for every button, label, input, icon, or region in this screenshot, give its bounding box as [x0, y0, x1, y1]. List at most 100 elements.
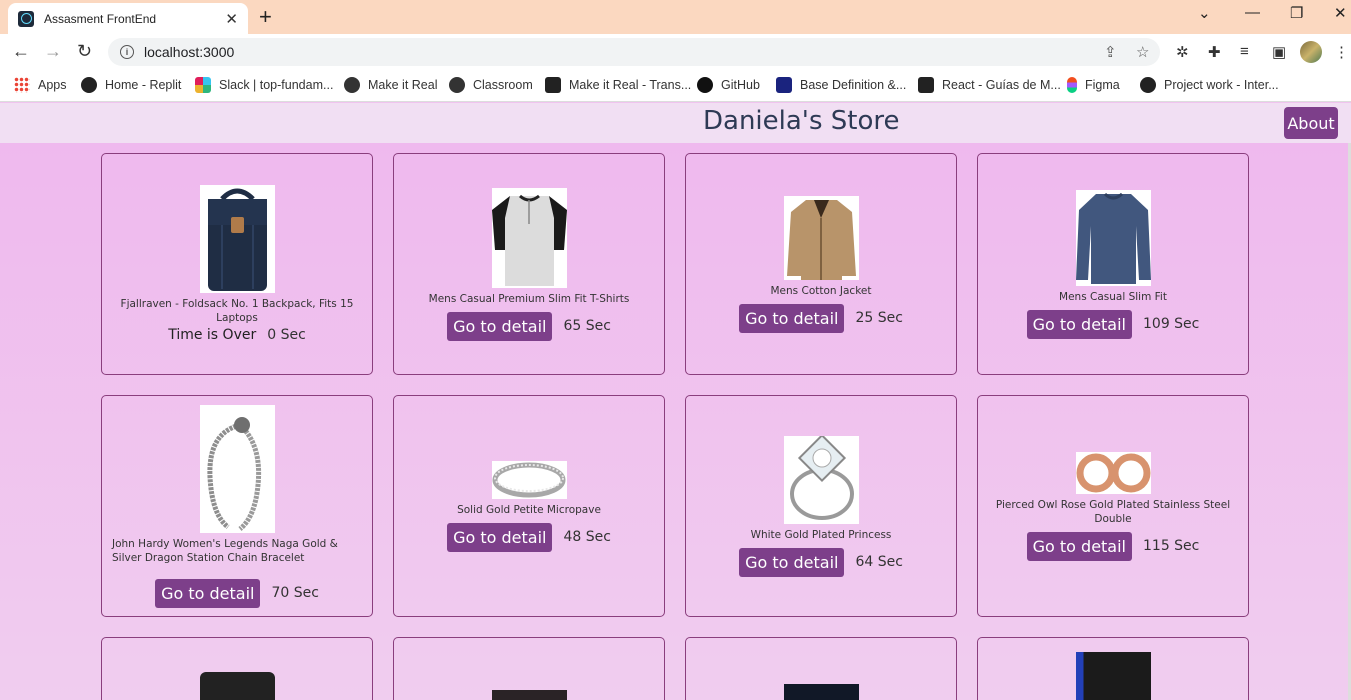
profile-avatar[interactable] [1300, 41, 1322, 63]
go-to-detail-button[interactable]: Go to detail [155, 578, 261, 608]
medium-m-icon [918, 77, 934, 93]
product-card [101, 637, 373, 700]
product-name: John Hardy Women's Legends Naga Gold & S… [112, 537, 338, 564]
side-panel-icon[interactable]: ▣ [1272, 43, 1286, 61]
media-queue-icon[interactable]: ≡ [1240, 43, 1249, 60]
product-card: Mens Cotton Jacket Go to detail 25 Sec [685, 153, 957, 375]
bookmark-label: React - Guías de M... [942, 78, 1061, 92]
countdown-row: Time is Over 0 Sec [168, 327, 306, 343]
close-window-icon[interactable]: ✕ [1334, 4, 1347, 22]
countdown-row: Go to detail 109 Sec [1026, 309, 1200, 339]
restore-icon[interactable]: ❐ [1290, 4, 1303, 22]
bookmark-slack[interactable]: Slack | top-fundam... [195, 77, 333, 93]
tab-search-icon[interactable]: ⌄ [1198, 4, 1211, 22]
backpack-image[interactable] [199, 185, 275, 293]
tab-title: Assasment FrontEnd [44, 11, 157, 26]
bookmark-label: Classroom [473, 78, 533, 92]
go-to-detail-button[interactable]: Go to detail [1026, 309, 1132, 339]
product-card [685, 637, 957, 700]
bookmark-makeitreal-trans[interactable]: Make it Real - Trans... [545, 77, 691, 93]
countdown-seconds: 48 Sec [563, 529, 611, 545]
bookmark-apps[interactable]: Apps [14, 77, 67, 93]
bookmark-label: Project work - Inter... [1164, 78, 1279, 92]
product-name: Pierced Owl Rose Gold Plated Stainless S… [995, 498, 1231, 525]
diamond-ring-image[interactable] [783, 435, 859, 524]
address-bar[interactable]: i localhost:3000 ⇪ ☆ [108, 38, 1160, 66]
hard-drive-image[interactable] [199, 672, 275, 700]
ssd-image[interactable] [783, 684, 859, 700]
countdown-seconds: 109 Sec [1143, 316, 1200, 332]
minimize-icon[interactable]: — [1245, 4, 1260, 21]
product-card: Pierced Owl Rose Gold Plated Stainless S… [977, 395, 1249, 617]
earrings-image[interactable] [1075, 451, 1151, 494]
bookmark-project-work[interactable]: Project work - Inter... [1140, 77, 1279, 93]
figma-icon [1067, 77, 1077, 93]
hard-drive-image[interactable] [1075, 652, 1151, 700]
about-button[interactable]: About [1284, 107, 1338, 139]
bookmark-figma[interactable]: Figma [1067, 77, 1120, 93]
ssd-image[interactable] [491, 690, 567, 700]
bookmark-star-icon[interactable]: ☆ [1136, 43, 1149, 61]
product-name: Mens Casual Slim Fit [1059, 290, 1167, 303]
bookmark-label: GitHub [721, 78, 760, 92]
bookmark-label: Apps [38, 78, 67, 92]
bookmark-base-definition[interactable]: Base Definition &... [776, 77, 906, 93]
product-card: Solid Gold Petite Micropave Go to detail… [393, 395, 665, 617]
countdown-row: Go to detail 115 Sec [1026, 531, 1200, 561]
bookmark-label: Base Definition &... [800, 78, 907, 92]
product-card: John Hardy Women's Legends Naga Gold & S… [101, 395, 373, 617]
countdown-seconds: 65 Sec [563, 318, 611, 334]
globe-icon [449, 77, 465, 93]
slack-icon [195, 77, 211, 93]
countdown-seconds: 115 Sec [1143, 538, 1200, 554]
bookmark-replit[interactable]: Home - Replit [81, 77, 181, 93]
go-to-detail-button[interactable]: Go to detail [447, 522, 553, 552]
jacket-image[interactable] [783, 195, 859, 280]
countdown-seconds: 0 Sec [267, 327, 306, 343]
bookmark-github[interactable]: GitHub [697, 77, 760, 93]
go-to-detail-button[interactable]: Go to detail [739, 547, 845, 577]
share-icon[interactable]: ⇪ [1104, 43, 1117, 61]
go-to-detail-button[interactable]: Go to detail [447, 311, 553, 341]
product-card [393, 637, 665, 700]
product-name: Mens Casual Premium Slim Fit T-Shirts [428, 292, 630, 305]
extensions-puzzle-icon[interactable]: ✚ [1208, 43, 1221, 61]
menu-kebab-icon[interactable]: ⋮ [1334, 43, 1349, 61]
product-card: Fjallraven - Foldsack No. 1 Backpack, Fi… [101, 153, 373, 375]
close-tab-icon[interactable]: ✕ [225, 10, 238, 28]
project-icon [1140, 77, 1156, 93]
site-info-icon[interactable]: i [120, 45, 134, 59]
bookmark-makeitreal[interactable]: Make it Real [344, 77, 437, 93]
back-icon[interactable]: ← [12, 41, 30, 62]
countdown-seconds: 70 Sec [271, 585, 319, 601]
countdown-row: Go to detail 48 Sec [447, 522, 611, 552]
countdown-row: Go to detail 64 Sec [739, 547, 903, 577]
reload-icon[interactable]: ↻ [77, 41, 92, 62]
product-card: Mens Casual Slim Fit Go to detail 109 Se… [977, 153, 1249, 375]
go-to-detail-button[interactable]: Go to detail [1026, 531, 1132, 561]
time-over-label: Time is Over [168, 327, 257, 343]
product-card: White Gold Plated Princess Go to detail … [685, 395, 957, 617]
ring-image[interactable] [491, 460, 567, 499]
forward-icon[interactable]: → [44, 41, 62, 62]
bookmark-classroom[interactable]: Classroom [449, 77, 533, 93]
extension-bug-icon[interactable]: ✲ [1176, 43, 1189, 61]
bookmark-label: Make it Real [368, 78, 438, 92]
new-tab-icon[interactable]: + [259, 4, 272, 30]
bookmark-label: Slack | top-fundam... [219, 78, 334, 92]
apps-grid-icon [14, 77, 30, 93]
react-favicon-icon [18, 10, 34, 27]
product-name: Mens Cotton Jacket [770, 284, 872, 297]
bookmark-react-guias[interactable]: React - Guías de M... [918, 77, 1061, 93]
countdown-row: Go to detail 25 Sec [739, 303, 903, 333]
longsleeve-image[interactable] [1075, 189, 1151, 286]
product-card [977, 637, 1249, 700]
countdown-seconds: 25 Sec [855, 310, 903, 326]
bracelet-image[interactable] [199, 404, 275, 533]
browser-tab[interactable]: Assasment FrontEnd ✕ [8, 3, 248, 34]
replit-icon [81, 77, 97, 93]
go-to-detail-button[interactable]: Go to detail [739, 303, 845, 333]
github-icon [697, 77, 713, 93]
tshirt-image[interactable] [491, 187, 567, 288]
countdown-seconds: 64 Sec [855, 554, 903, 570]
